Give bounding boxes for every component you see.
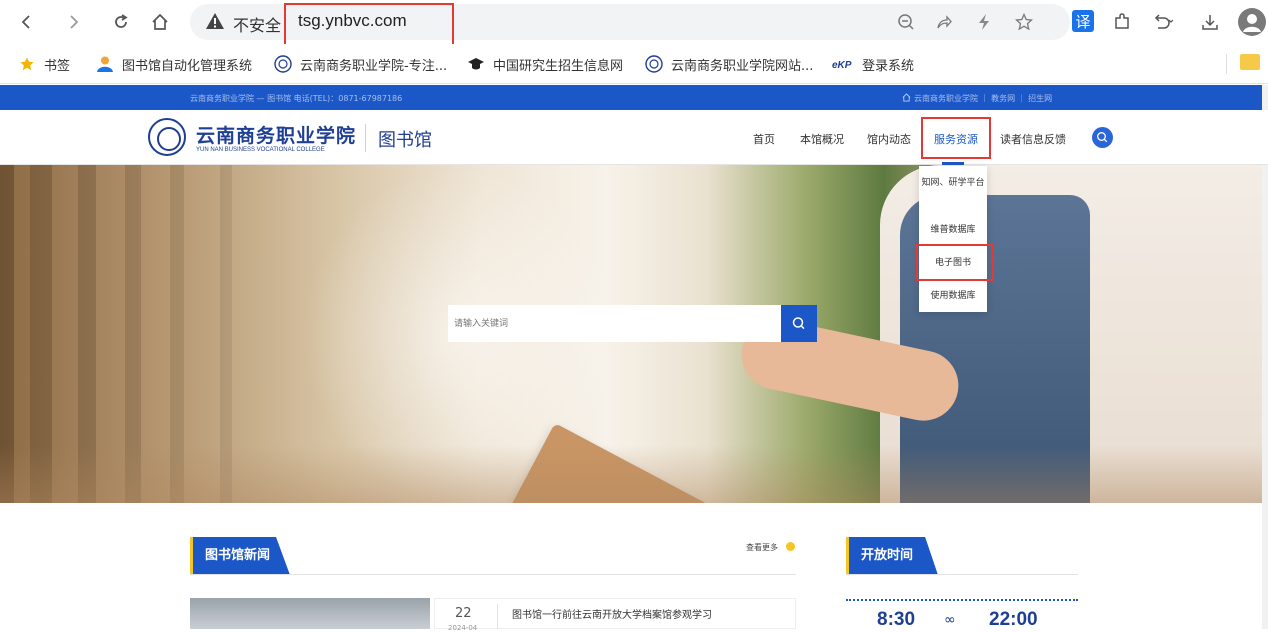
undo-icon[interactable] xyxy=(1150,8,1178,36)
news-day: 22 xyxy=(455,606,472,621)
graduation-cap-icon xyxy=(467,55,485,73)
reload-icon[interactable] xyxy=(107,8,135,36)
header-search-icon[interactable] xyxy=(1092,127,1113,148)
bookmark-label: 中国研究生招生信息网 xyxy=(493,58,624,74)
bookmark-item-library-system[interactable]: 图书馆自动化管理系统 xyxy=(96,54,252,74)
lightning-icon[interactable] xyxy=(972,10,996,34)
topbar-links-text[interactable]: 云南商务职业学院 ｜ 教务网 ｜ 招生网 xyxy=(914,94,1052,103)
url-text[interactable]: tsg.ynbvc.com xyxy=(298,11,407,31)
search-button[interactable] xyxy=(781,305,817,342)
news-divider xyxy=(190,574,796,575)
news-thumbnail[interactable] xyxy=(190,598,430,629)
view-more-arrow-icon[interactable] xyxy=(786,542,795,551)
folder-icon[interactable] xyxy=(1240,54,1260,70)
time-separator-icon: ∞ xyxy=(944,612,956,628)
dropdown-highlight-box xyxy=(916,244,994,281)
download-icon[interactable] xyxy=(1196,8,1224,36)
college-logo-icon[interactable] xyxy=(148,118,186,156)
user-icon xyxy=(96,55,114,73)
bookmark-label: 图书馆自动化管理系统 xyxy=(122,58,253,74)
bookmark-label: 云南商务职业学院网站... xyxy=(671,58,814,74)
bookmark-item-login[interactable]: eKP 登录系统 xyxy=(832,54,914,74)
college-seal-icon xyxy=(274,55,292,73)
nav-home[interactable]: 首页 xyxy=(753,131,775,147)
logo-divider xyxy=(365,124,366,152)
page-scrollbar[interactable] xyxy=(1262,85,1268,629)
forward-icon[interactable] xyxy=(60,8,88,36)
college-name[interactable]: 云南商务职业学院 xyxy=(196,121,356,148)
profile-avatar-icon[interactable] xyxy=(1238,8,1266,36)
dropdown-item-cnki[interactable]: 知网、研学平台 xyxy=(919,177,987,190)
home-icon[interactable] xyxy=(146,8,174,36)
college-name-en: YUN NAN BUSINESS VOCATIONAL COLLEGE xyxy=(196,147,325,153)
view-more-link[interactable]: 查看更多 xyxy=(746,542,778,553)
zoom-icon[interactable] xyxy=(894,10,918,34)
bookmarks-separator xyxy=(1226,54,1227,74)
back-icon[interactable] xyxy=(12,8,40,36)
bookmark-item-graduate-admission[interactable]: 中国研究生招生信息网 xyxy=(467,54,623,74)
hours-section-title: 开放时间 xyxy=(861,548,914,563)
bookmarks-bar: 书签 图书馆自动化管理系统 云南商务职业学院-专注... 中国研究生招生信息网 … xyxy=(0,44,1268,84)
topbar-contact: 云南商务职业学院 — 图书馆 电话(TEL)：0871-67987186 xyxy=(190,94,403,103)
nav-overview[interactable]: 本馆概况 xyxy=(800,131,844,147)
dropdown-item-use-database[interactable]: 使用数据库 xyxy=(919,290,987,303)
bookmark-item-college-site[interactable]: 云南商务职业学院网站... xyxy=(645,54,813,74)
dropdown-item-vip-database[interactable]: 维普数据库 xyxy=(919,224,987,237)
search-input[interactable] xyxy=(448,305,781,342)
nav-news[interactable]: 馆内动态 xyxy=(867,131,911,147)
college-seal-icon xyxy=(645,55,663,73)
news-section-title: 图书馆新闻 xyxy=(205,548,271,563)
banner-floor xyxy=(0,445,1262,503)
nav-highlight-box xyxy=(921,117,991,159)
hours-divider xyxy=(846,574,1078,575)
translate-icon[interactable]: 译 xyxy=(1072,10,1094,32)
hours-dotted-line xyxy=(846,599,1078,601)
insecure-label[interactable]: 不安全 xyxy=(233,12,281,36)
close-time: 22:00 xyxy=(989,609,1038,630)
news-date-divider xyxy=(497,604,498,629)
bookmark-item-college[interactable]: 云南商务职业学院-专注... xyxy=(274,54,447,74)
bookmark-label: 书签 xyxy=(44,58,71,74)
news-tab-accent xyxy=(190,537,193,575)
svg-text:eKP: eKP xyxy=(832,60,852,70)
news-title-link[interactable]: 图书馆一行前往云南开放大学档案馆参观学习 xyxy=(512,606,712,621)
home-outline-icon xyxy=(902,93,911,104)
share-icon[interactable] xyxy=(932,10,956,34)
bookmark-star-icon[interactable] xyxy=(1012,10,1036,34)
warning-icon[interactable] xyxy=(205,11,227,33)
bookmark-label: 登录系统 xyxy=(862,58,915,74)
open-time: 8:30 xyxy=(877,609,916,630)
news-year-month: 2024-04 xyxy=(448,624,478,632)
browser-toolbar: 不安全 tsg.ynbvc.com 译 xyxy=(0,0,1268,48)
site-header xyxy=(0,110,1268,165)
star-icon xyxy=(18,55,36,73)
site-search xyxy=(448,305,781,342)
hours-tab-accent xyxy=(846,537,849,575)
site-topbar: 云南商务职业学院 — 图书馆 电话(TEL)：0871-67987186 云南商… xyxy=(0,85,1268,110)
topbar-links[interactable]: 云南商务职业学院 ｜ 教务网 ｜ 招生网 xyxy=(902,93,1052,104)
ekp-icon: eKP xyxy=(832,55,854,73)
library-title[interactable]: 图书馆 xyxy=(378,126,432,152)
nav-feedback[interactable]: 读者信息反馈 xyxy=(1000,131,1066,147)
bookmark-item-bookmarks[interactable]: 书签 xyxy=(18,54,70,74)
extensions-icon[interactable] xyxy=(1108,8,1136,36)
bookmark-label: 云南商务职业学院-专注... xyxy=(300,58,448,74)
